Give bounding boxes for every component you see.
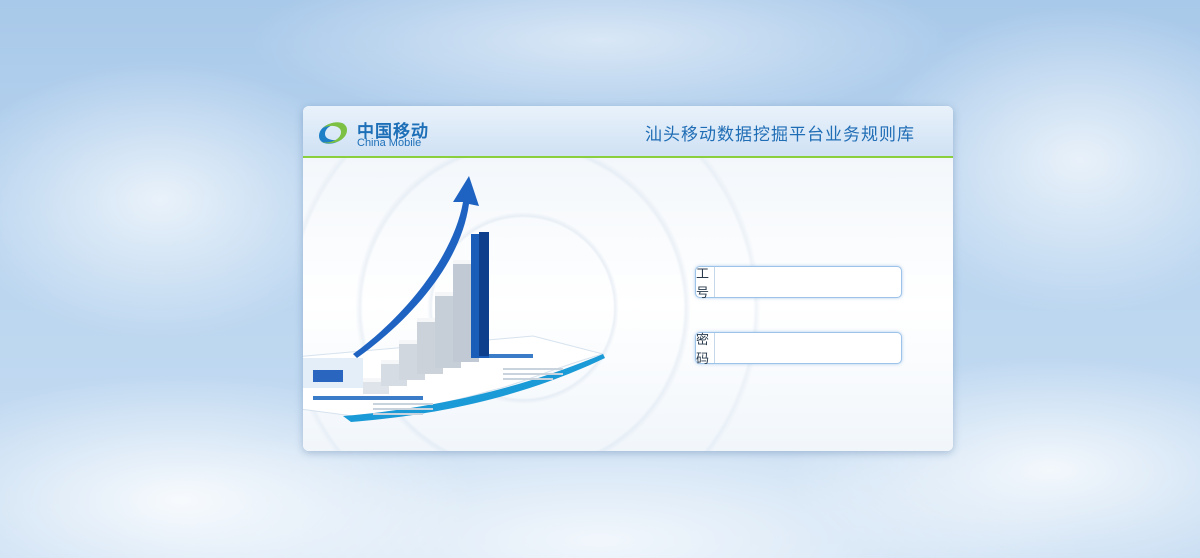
employee-id-input[interactable] <box>715 267 901 297</box>
china-mobile-logo-icon <box>319 122 347 144</box>
password-field: 密码 <box>695 332 902 367</box>
logo-text-en: China Mobile <box>357 137 422 149</box>
china-mobile-logo: 中国移动 China Mobile <box>315 116 445 150</box>
panel-body: 工号 密码 <box>303 158 953 451</box>
growth-chart-illustration <box>303 176 605 422</box>
password-label: 密码 <box>696 333 715 367</box>
app-title: 汕头移动数据挖掘平台业务规则库 <box>645 125 915 145</box>
password-input[interactable] <box>715 333 901 363</box>
panel-header: 中国移动 China Mobile 汕头移动数据挖掘平台业务规则库 <box>303 106 953 158</box>
login-panel: 中国移动 China Mobile 汕头移动数据挖掘平台业务规则库 工号 密码 <box>303 106 953 451</box>
employee-id-label: 工号 <box>696 267 715 301</box>
employee-id-field: 工号 <box>695 266 902 301</box>
